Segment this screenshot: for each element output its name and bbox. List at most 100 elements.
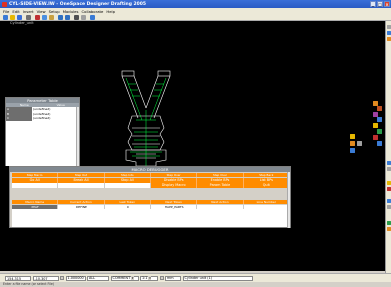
snap-icon[interactable]: [387, 199, 391, 203]
enable-bps-button[interactable]: Enable BPs: [197, 177, 244, 183]
window-title: CYL-SIDE-VIEW.IW - OneSpace Designer Dra…: [9, 1, 147, 7]
macro-debugger-title: MACRO DEBUGGER: [10, 167, 290, 172]
fit-icon[interactable]: [387, 161, 391, 165]
break-all-button[interactable]: Break All: [58, 177, 105, 183]
parameter-table-scrollbar[interactable]: [76, 107, 79, 166]
construction-palette: [348, 132, 368, 158]
maximize-button[interactable]: □: [377, 1, 383, 7]
list-bps-button[interactable]: List BPs: [243, 177, 290, 183]
macro-debugger-panel: MACRO DEBUGGER Step Macro Step Out Step …: [9, 166, 291, 228]
paste-icon[interactable]: [49, 14, 54, 20]
cross-hair-icon[interactable]: [350, 134, 355, 139]
main-toolbar: [0, 14, 391, 21]
chevron-down-icon: ▾: [131, 276, 135, 280]
param-value[interactable]: (undefined): [32, 116, 79, 121]
prompt-message: Enter a file name (or select File): [3, 282, 55, 286]
layers-icon[interactable]: [81, 14, 86, 20]
control-header: Step Over: [197, 173, 244, 177]
undo-icon[interactable]: [58, 14, 63, 20]
pan-icon[interactable]: [387, 25, 391, 29]
blank-cell: [104, 183, 151, 188]
save-icon[interactable]: [17, 14, 22, 20]
display-macro-button[interactable]: Display Macro: [150, 183, 198, 188]
menu-collaborate[interactable]: Collaborate: [81, 9, 103, 14]
status-bar: 154.315 -10.307 1.000000 ALL COMMENT ▾ 1…: [0, 273, 391, 282]
info-icon[interactable]: [90, 14, 95, 20]
param-name: C: [6, 116, 32, 121]
debugger-control-buttons: Go All Break All Stop All Disable BPs En…: [12, 177, 290, 183]
stop-all-button[interactable]: Stop All: [104, 177, 151, 183]
redo-icon[interactable]: [65, 14, 70, 20]
debugger-scrollbar[interactable]: [287, 172, 290, 228]
grid-icon[interactable]: [74, 14, 79, 20]
quit-button[interactable]: Quit: [243, 183, 290, 188]
arm-hatching: [128, 83, 164, 97]
cut-icon[interactable]: [35, 14, 40, 20]
units-dropdown[interactable]: mm: [165, 275, 181, 281]
grid-toggle-icon[interactable]: [387, 205, 391, 209]
line-icon[interactable]: [377, 117, 382, 122]
minimize-button[interactable]: _: [370, 1, 376, 7]
measure-icon[interactable]: [387, 181, 391, 185]
left-arm-outline: [121, 75, 147, 119]
menu-setup[interactable]: Setup: [49, 9, 60, 14]
right-top-flange: [157, 70, 171, 77]
column-current-action: Current Action: [58, 200, 105, 204]
snap-toggle-button[interactable]: [60, 276, 64, 280]
menu-edit[interactable]: Edit: [12, 9, 19, 14]
control-header: Step Into: [104, 173, 151, 177]
left-top-flange: [121, 70, 135, 77]
scale-value: 1.000000: [67, 275, 84, 280]
control-header: Step Back: [243, 173, 290, 177]
text-icon[interactable]: [377, 129, 382, 134]
menu-insert[interactable]: Insert: [23, 9, 34, 14]
modify-icon[interactable]: [377, 141, 382, 146]
right-arm-outline: [145, 75, 171, 119]
layer-icon[interactable]: [387, 221, 391, 225]
title-bar: CYL-SIDE-VIEW.IW - OneSpace Designer Dra…: [0, 0, 391, 8]
param-table-button[interactable]: Param Table: [197, 183, 244, 188]
zoom-icon[interactable]: [387, 31, 391, 35]
construction-line-icon[interactable]: [350, 141, 355, 146]
menu-help[interactable]: Help: [106, 9, 115, 14]
menu-view[interactable]: View: [37, 9, 46, 14]
copy-icon[interactable]: [42, 14, 47, 20]
debugger-table-body: [12, 209, 287, 227]
color-icon[interactable]: [387, 227, 391, 231]
blank-cell: [58, 183, 105, 188]
menu-file[interactable]: File: [3, 9, 9, 14]
ratio-dropdown[interactable]: 1:1 ▾: [140, 275, 158, 281]
new-file-icon[interactable]: [3, 14, 8, 20]
table-row[interactable]: C (undefined): [6, 116, 79, 121]
workplane-dropdown[interactable]: Cylinder unit (1): [182, 275, 253, 281]
parameter-table-panel: Parameter Table Name Value A (undefined)…: [5, 97, 80, 166]
disable-bps-button[interactable]: Disable BPs: [150, 177, 198, 183]
app-icon: [2, 1, 7, 7]
debugger-control-headers: Step Macro Step Out Step Into Step Over …: [12, 173, 290, 177]
go-all-button[interactable]: Go All: [12, 177, 59, 183]
menu-modules[interactable]: Modules: [63, 9, 79, 14]
arc-icon[interactable]: [377, 106, 382, 111]
units-value: mm: [167, 275, 174, 280]
debugger-table-header: Macro Name Current Action Last Token Nex…: [12, 200, 290, 204]
close-button[interactable]: ×: [384, 1, 390, 7]
open-folder-icon[interactable]: [10, 14, 15, 20]
print-icon[interactable]: [26, 14, 31, 20]
redraw-icon[interactable]: [387, 167, 391, 171]
layer-dropdown[interactable]: ALL: [87, 275, 109, 281]
circle-icon[interactable]: [373, 123, 378, 128]
color-value: COMMENT: [112, 275, 131, 280]
clear-icon[interactable]: [387, 187, 391, 191]
x-coordinate-field: 154.315: [5, 275, 31, 281]
side-tool-palette: [368, 99, 383, 195]
lock-toggle-button[interactable]: [159, 276, 164, 280]
delete-icon[interactable]: [373, 135, 378, 140]
parameter-table-body: A (undefined) B (undefined) C (undefined…: [6, 107, 79, 166]
scale-dropdown[interactable]: 1.000000: [65, 275, 86, 281]
offset-icon[interactable]: [357, 141, 362, 146]
color-dropdown[interactable]: COMMENT ▾: [110, 275, 139, 281]
parallel-icon[interactable]: [350, 148, 355, 153]
window-icon[interactable]: [387, 37, 391, 41]
right-toolbar: [385, 21, 391, 273]
debugger-control-buttons-2: Display Macro Param Table Quit: [12, 183, 290, 188]
